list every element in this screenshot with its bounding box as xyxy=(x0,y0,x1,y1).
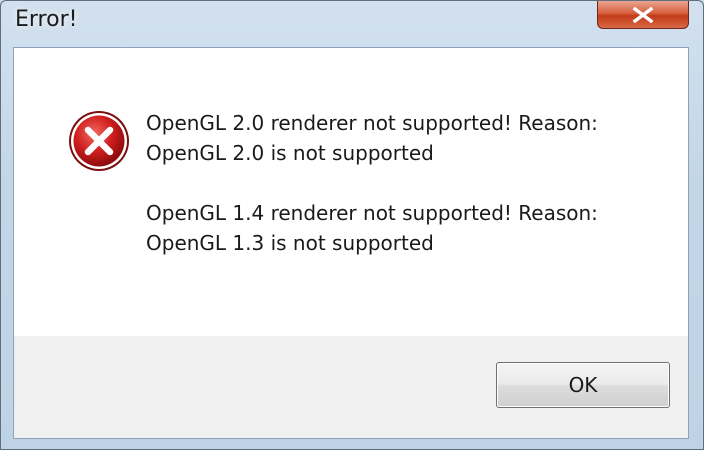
error-dialog-window: Error! OpenGL 2.0 renderer not supported… xyxy=(0,0,704,450)
message-line: OpenGL 1.4 renderer not supported! Reaso… xyxy=(146,201,598,225)
error-icon xyxy=(69,111,129,171)
ok-button[interactable]: OK xyxy=(496,362,670,408)
dialog-client-area: OpenGL 2.0 renderer not supported! Reaso… xyxy=(13,47,689,439)
message-line: OpenGL 2.0 is not supported xyxy=(146,141,434,165)
window-title: Error! xyxy=(15,7,78,32)
close-x-icon xyxy=(632,6,654,23)
message-line: OpenGL 1.3 is not supported xyxy=(146,231,434,255)
error-message-opengl-1-4: OpenGL 1.4 renderer not supported! Reaso… xyxy=(146,198,598,258)
close-button[interactable] xyxy=(597,1,689,29)
message-line: OpenGL 2.0 renderer not supported! Reaso… xyxy=(146,111,598,135)
error-message-opengl-2: OpenGL 2.0 renderer not supported! Reaso… xyxy=(146,108,598,168)
message-area: OpenGL 2.0 renderer not supported! Reaso… xyxy=(14,48,688,336)
title-bar[interactable]: Error! xyxy=(1,1,703,45)
